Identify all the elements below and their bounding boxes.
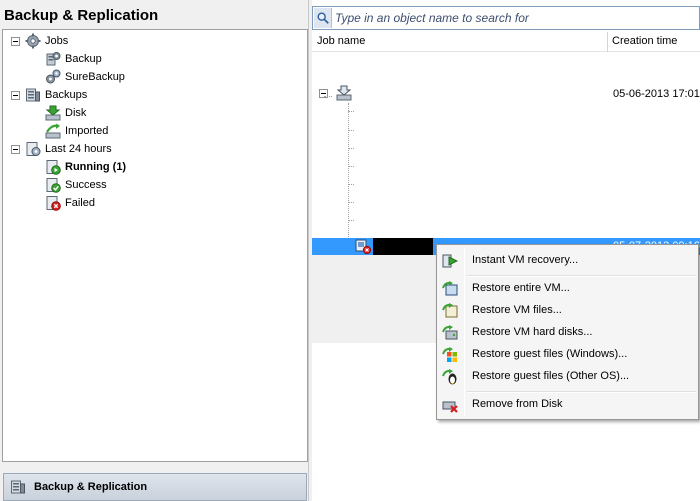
tree-node-success[interactable]: Success (45, 176, 107, 194)
menu-item-restore-entire-vm[interactable]: Restore entire VM... (439, 278, 696, 300)
menu-item-instant-vm-recovery[interactable]: Instant VM recovery... (439, 250, 696, 272)
pane-title: Backup & Replication (4, 7, 159, 24)
backup-set-icon[interactable] (336, 85, 352, 101)
menu-separator (467, 275, 696, 277)
tree-connector (348, 220, 354, 221)
tree-connector (348, 148, 354, 149)
success-icon (46, 178, 61, 193)
tree-node-failed[interactable]: Failed (45, 194, 95, 212)
tree-node-backup[interactable]: Backup (45, 50, 102, 68)
tree-node-label: Disk (65, 107, 87, 119)
menu-item-remove-from-disk[interactable]: Remove from Disk (439, 394, 696, 416)
linux-icon (442, 369, 457, 385)
database-icon (26, 88, 40, 102)
restore-files-icon (442, 303, 458, 318)
menu-item-label: Instant VM recovery... (472, 254, 579, 266)
tree-node-label: Jobs (45, 35, 69, 47)
expander-jobs[interactable] (11, 37, 20, 46)
column-header-creation-time[interactable]: Creation time (612, 35, 677, 47)
menu-item-label: Restore guest files (Other OS)... (472, 370, 630, 382)
tree-node-label: Backup (65, 53, 102, 65)
remove-icon (442, 401, 458, 413)
search-input[interactable] (335, 8, 695, 28)
gear-icon (25, 33, 41, 49)
nav-button-backup-replication[interactable]: Backup & Replication (3, 473, 307, 501)
menu-item-restore-vm-hard-disks[interactable]: Restore VM hard disks... (439, 322, 696, 344)
tree-connector (348, 166, 354, 167)
tree-node-label: Failed (65, 197, 95, 209)
disk-download-icon (45, 105, 61, 121)
import-icon (45, 123, 61, 139)
tree-node-disk[interactable]: Disk (45, 104, 86, 122)
row-creation-time: 05-06-2013 17:01 (613, 88, 700, 100)
menu-item-restore-vm-files[interactable]: Restore VM files... (439, 300, 696, 322)
session-icon (26, 142, 41, 156)
menu-item-label: Restore entire VM... (472, 282, 570, 294)
tree-node-label: Success (65, 179, 107, 191)
menu-separator (467, 391, 696, 393)
empty-area (312, 255, 436, 343)
failed-icon (46, 196, 61, 211)
column-header-job-name[interactable]: Job name (317, 35, 365, 47)
menu-item-label: Restore guest files (Windows)... (472, 348, 628, 360)
redacted-job-name (373, 238, 433, 255)
tree-connector (348, 103, 349, 237)
navigation-tree: Jobs Backup SureBackup Backups Disk Impo… (2, 29, 308, 462)
tree-node-label: Imported (65, 125, 109, 137)
expander-last-24-hours[interactable] (11, 145, 20, 154)
navigation-pane: Backup & Replication Jobs Backup SureBac… (0, 0, 311, 501)
instant-recovery-icon (442, 254, 458, 268)
search-button[interactable] (314, 8, 332, 28)
search-icon (317, 12, 329, 24)
menu-item-restore-guest-files-windows[interactable]: Restore guest files (Windows)... (439, 344, 696, 366)
tree-connector (348, 202, 354, 203)
tree-node-backups[interactable]: Backups (25, 86, 87, 104)
menu-item-label: Restore VM hard disks... (472, 326, 593, 338)
column-divider[interactable] (607, 32, 608, 52)
tree-connector (348, 130, 354, 131)
windows-icon (442, 347, 457, 362)
tree-node-running[interactable]: Running (1) (45, 158, 126, 176)
tree-node-last-24-hours[interactable]: Last 24 hours (25, 140, 112, 158)
menu-item-label: Remove from Disk (472, 398, 563, 410)
tree-node-label: SureBackup (65, 71, 125, 83)
tree-node-label: Last 24 hours (45, 143, 112, 155)
tree-connector (348, 111, 354, 112)
search-bar (312, 6, 700, 30)
column-header: Job name Creation time (312, 32, 700, 52)
tree-node-label: Backups (45, 89, 88, 101)
tree-node-imported[interactable]: Imported (45, 122, 108, 140)
context-menu: Instant VM recovery... Restore entire VM… (436, 244, 699, 420)
menu-item-label: Restore VM files... (472, 304, 562, 316)
tree-node-label: Running (1) (65, 161, 127, 173)
running-icon (46, 160, 61, 175)
expander-backups[interactable] (11, 91, 20, 100)
vm-failed-icon (355, 239, 371, 254)
restore-vm-icon (442, 281, 458, 296)
backup-job-icon (46, 52, 61, 66)
tree-node-surebackup[interactable]: SureBackup (45, 68, 125, 86)
restore-disks-icon (442, 325, 458, 340)
menu-item-restore-guest-files-other-os[interactable]: Restore guest files (Other OS)... (439, 366, 696, 388)
server-icon (11, 480, 25, 494)
surebackup-icon (46, 69, 61, 84)
nav-button-label: Backup & Replication (34, 481, 148, 493)
tree-node-jobs[interactable]: Jobs (25, 32, 68, 50)
tree-connector (324, 96, 332, 97)
tree-connector (348, 184, 354, 185)
